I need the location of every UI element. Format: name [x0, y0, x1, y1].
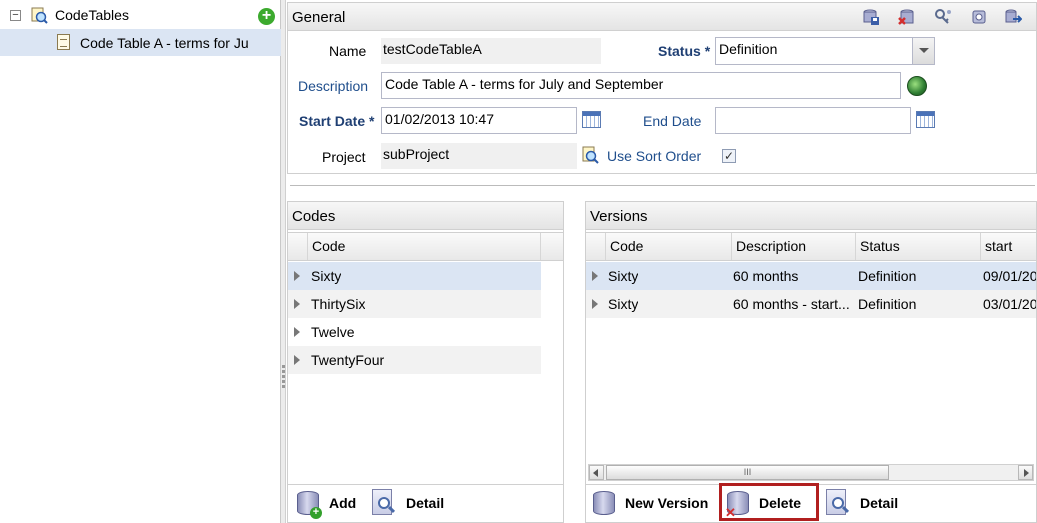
list-item[interactable]: TwentyFour [288, 346, 541, 374]
collapse-icon[interactable]: − [10, 10, 21, 21]
versions-header: Versions [586, 202, 1036, 230]
section-divider [290, 185, 1035, 187]
codes-column-code[interactable]: Code [308, 233, 541, 260]
add-code-table-icon[interactable]: + [258, 8, 275, 25]
add-button[interactable]: + Add [297, 485, 356, 521]
expand-arrow-icon[interactable] [294, 271, 300, 281]
document-icon [57, 34, 70, 50]
database-icon [593, 489, 615, 517]
project-label: Project [322, 149, 366, 165]
list-item[interactable]: ThirtySix [288, 290, 541, 318]
scroll-thumb[interactable]: III [606, 465, 889, 480]
tree-node-codetables[interactable]: − CodeTables + [0, 2, 281, 29]
start-date-field[interactable]: 01/02/2013 10:47 [381, 107, 577, 134]
table-row[interactable]: Sixty 60 months - start... Definition 03… [586, 290, 1036, 318]
description-label[interactable]: Description [298, 78, 368, 94]
project-lookup-icon[interactable] [582, 146, 599, 164]
versions-column-start[interactable]: start [981, 233, 1037, 260]
code-tables-icon [31, 7, 48, 24]
tree-root-label: CodeTables [55, 7, 129, 23]
add-database-icon: + [297, 489, 322, 519]
general-title: General [292, 9, 346, 26]
end-date-label: End Date [643, 113, 702, 129]
codes-panel: Codes Code Sixty ThirtySix Twelve Twenty… [287, 201, 564, 523]
expand-arrow-icon[interactable] [294, 355, 300, 365]
expand-arrow-icon[interactable] [294, 327, 300, 337]
name-value: testCodeTableA [381, 38, 601, 64]
versions-column-code[interactable]: Code [606, 233, 732, 260]
end-date-field[interactable] [715, 107, 911, 134]
codes-grid-header: Code [288, 232, 563, 261]
detail-icon [372, 489, 396, 517]
tree-node-code-table-a[interactable]: Code Table A - terms for Ju [0, 29, 281, 56]
start-date-label: Start Date * [299, 113, 375, 129]
use-sort-order-label: Use Sort Order [607, 148, 702, 164]
versions-panel: Versions Code Description Status start S… [585, 201, 1037, 523]
expand-arrow-icon[interactable] [592, 299, 598, 309]
codes-detail-button[interactable]: Detail [372, 485, 444, 521]
delete-highlight-box [719, 483, 819, 521]
delete-icon[interactable] [898, 8, 916, 26]
detail-icon [826, 489, 850, 517]
list-item[interactable]: Twelve [288, 318, 541, 346]
versions-column-description[interactable]: Description [732, 233, 856, 260]
navigation-tree: − CodeTables + Code Table A - terms for … [0, 0, 281, 523]
status-label: Status * [658, 43, 711, 59]
versions-column-status[interactable]: Status [856, 233, 981, 260]
expand-arrow-icon[interactable] [294, 299, 300, 309]
expand-arrow-icon[interactable] [592, 271, 598, 281]
versions-title: Versions [590, 208, 648, 225]
calendar-icon[interactable] [916, 111, 935, 128]
chevron-down-icon[interactable] [912, 38, 934, 64]
general-panel: General Name testCodeTableA Status * Def… [287, 2, 1037, 174]
general-header: General [288, 3, 1036, 31]
status-select-value: Definition [719, 41, 778, 57]
key-icon[interactable] [934, 8, 952, 26]
codes-title: Codes [292, 208, 336, 225]
table-row[interactable]: Sixty 60 months Definition 09/01/20 [586, 262, 1036, 290]
status-select[interactable]: Definition [715, 37, 935, 65]
versions-detail-button[interactable]: Detail [826, 485, 898, 521]
project-value: subProject [381, 143, 577, 169]
description-field[interactable]: Code Table A - terms for July and Septem… [381, 72, 901, 99]
scroll-left-icon[interactable] [589, 465, 604, 480]
settings-icon[interactable] [970, 8, 988, 26]
use-sort-order-checkbox[interactable]: ✓ [722, 149, 736, 163]
splitter-handle[interactable] [281, 0, 286, 523]
name-label: Name [329, 43, 367, 59]
scroll-right-icon[interactable] [1018, 465, 1033, 480]
calendar-icon[interactable] [582, 111, 601, 128]
save-icon[interactable] [862, 8, 880, 26]
translate-icon[interactable] [907, 76, 927, 96]
tree-child-label: Code Table A - terms for Ju [80, 35, 249, 51]
list-item[interactable]: Sixty [288, 262, 541, 290]
export-icon[interactable] [1004, 8, 1022, 26]
new-version-button[interactable]: New Version [593, 485, 708, 521]
codes-header: Codes [288, 202, 563, 230]
versions-grid-header: Code Description Status start [586, 232, 1036, 261]
horizontal-scrollbar[interactable]: III [588, 464, 1034, 481]
